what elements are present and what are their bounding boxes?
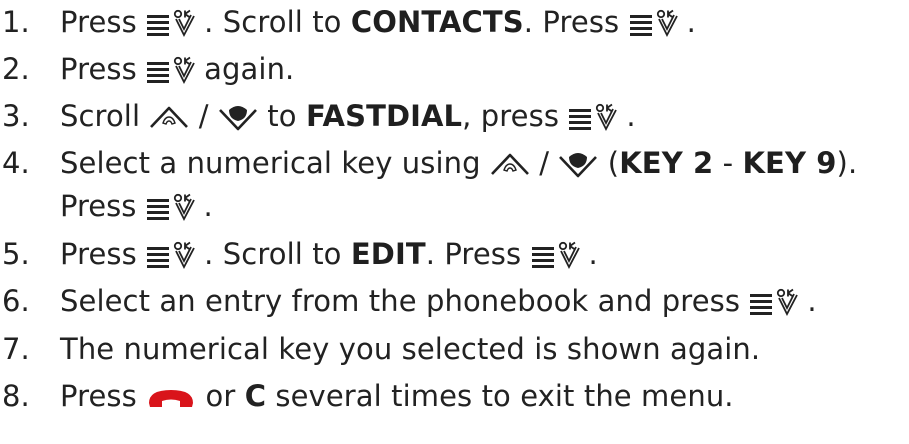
- menu-ok-icon: [568, 103, 626, 133]
- step-4: 4. Select a numerical key using / (KEY 2 …: [0, 141, 857, 185]
- step-number: 6.: [2, 284, 30, 318]
- menu-ok-icon: [146, 56, 204, 86]
- step-1: 1. Press . Scroll to CONTACTS. Press .: [0, 0, 696, 44]
- step-4-continued: Press .: [60, 189, 213, 223]
- menu-ok-icon: [531, 241, 589, 271]
- step-number: 4.: [2, 146, 30, 180]
- step-5: 5. Press . Scroll to EDIT. Press .: [0, 232, 598, 276]
- menu-ok-icon: [146, 193, 204, 223]
- c-key-icon: C: [244, 379, 267, 413]
- scroll-up-icon: [149, 105, 189, 131]
- step-7: 7. The numerical key you selected is show…: [0, 327, 760, 371]
- scroll-down-icon: [218, 104, 258, 132]
- scroll-up-icon: [490, 152, 530, 178]
- step-number: 5.: [2, 237, 30, 271]
- step-2: 2. Press again.: [0, 47, 294, 91]
- step-3: 3. Scroll / to FASTDIAL, press .: [0, 94, 636, 138]
- step-number: 3.: [2, 99, 30, 133]
- step-number: 2.: [2, 52, 30, 86]
- scroll-down-icon: [558, 151, 598, 179]
- menu-ok-icon: [146, 241, 204, 271]
- menu-ok-icon: [146, 9, 204, 39]
- end-call-icon: [146, 385, 196, 411]
- step-number: 7.: [2, 332, 30, 366]
- step-number: 8.: [2, 379, 30, 413]
- menu-ok-icon: [749, 288, 807, 318]
- step-8: 8. Press or C several times to exit the m…: [0, 374, 734, 418]
- instruction-steps: 1. Press . Scroll to CONTACTS. Press . 2.…: [0, 0, 909, 444]
- menu-ok-icon: [629, 9, 687, 39]
- step-number: 1.: [2, 5, 30, 39]
- step-6: 6. Select an entry from the phonebook and…: [0, 279, 817, 323]
